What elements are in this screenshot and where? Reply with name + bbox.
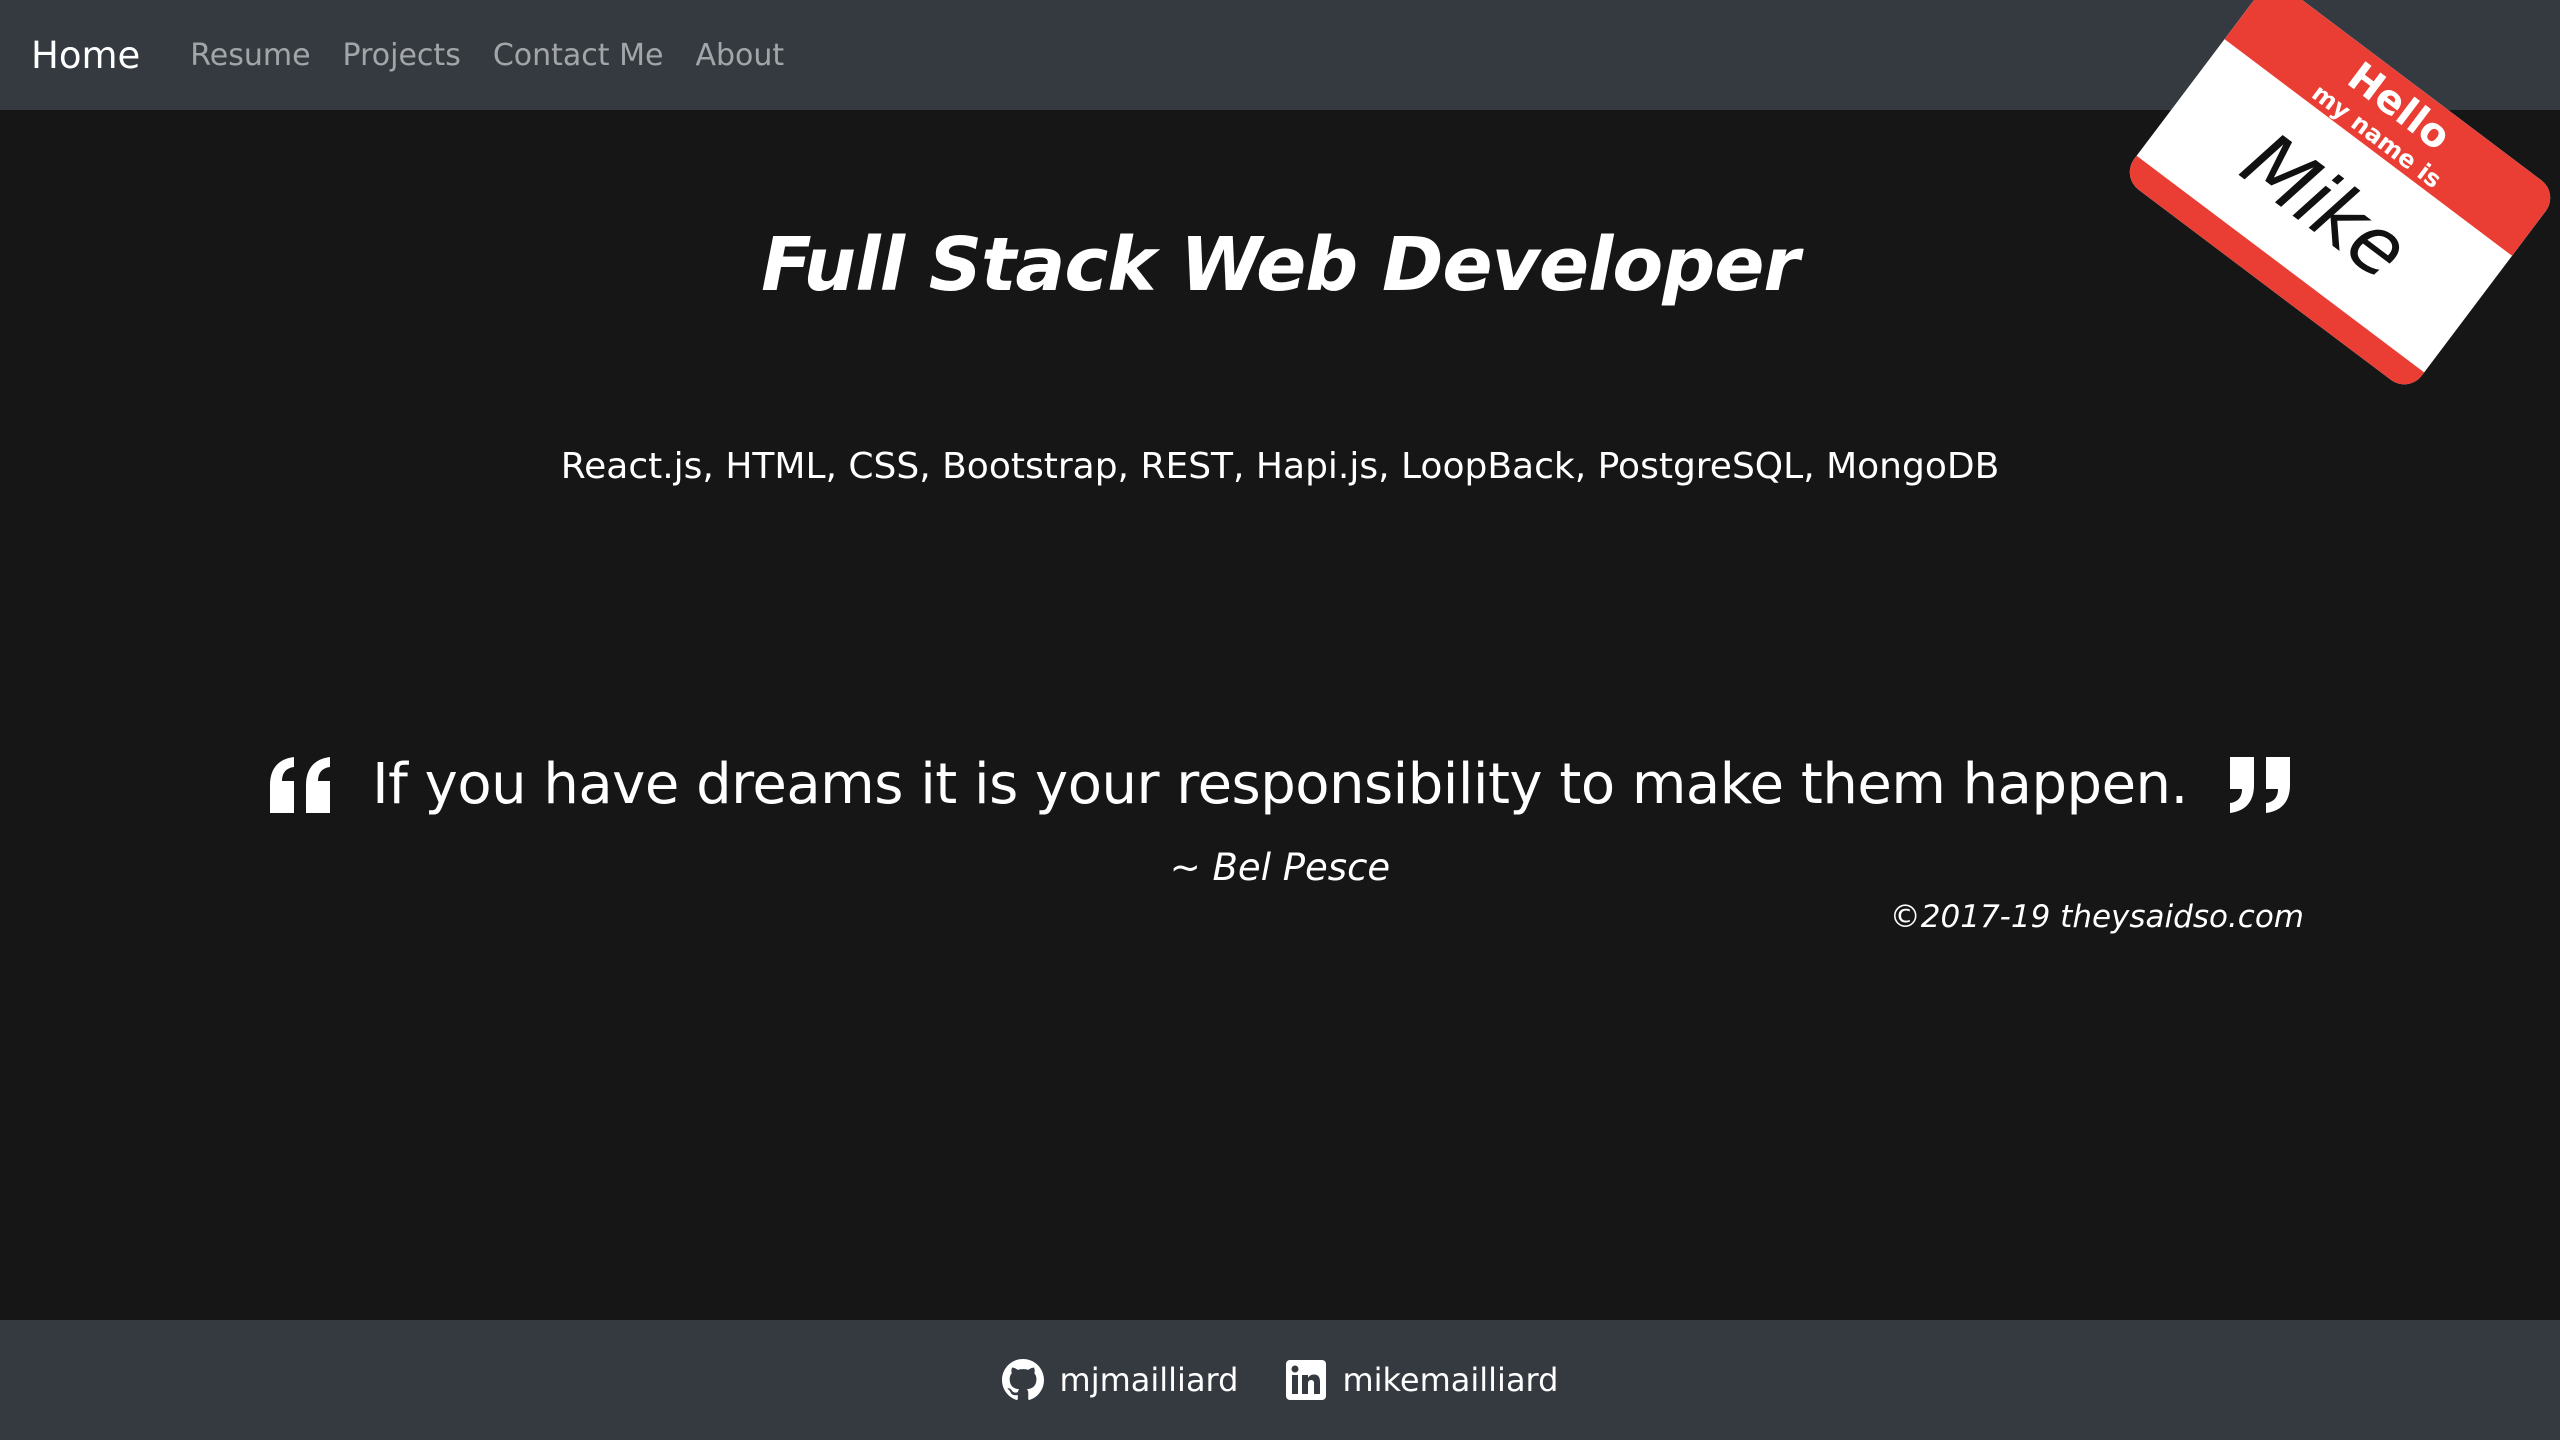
nav-resume-link[interactable]: Resume	[190, 38, 310, 73]
page-title: Full Stack Web Developer	[761, 222, 1800, 308]
quote-text: If you have dreams it is your responsibi…	[372, 752, 2188, 817]
github-link[interactable]: mjmailliard	[1001, 1359, 1239, 1401]
navbar: Home Resume Projects Contact Me About	[0, 0, 2560, 110]
github-username: mjmailliard	[1059, 1361, 1239, 1399]
nav-projects-link[interactable]: Projects	[343, 38, 461, 73]
quote-author: ~ Bel Pesce	[1169, 846, 1391, 889]
linkedin-icon	[1286, 1360, 1327, 1400]
linkedin-link[interactable]: mikemailliard	[1286, 1360, 1558, 1400]
skills-list: React.js, HTML, CSS, Bootstrap, REST, Ha…	[560, 446, 2000, 487]
linkedin-username: mikemailliard	[1342, 1361, 1559, 1399]
footer: mjmailliard mikemailliard	[0, 1320, 2560, 1440]
nav-about-link[interactable]: About	[695, 38, 784, 73]
quote-right-icon	[2224, 755, 2294, 815]
nav-contact-link[interactable]: Contact Me	[493, 38, 664, 73]
quote-credit-link[interactable]: ©2017-19 theysaidso.com	[1890, 899, 2304, 935]
quote-block: If you have dreams it is your responsibi…	[0, 752, 2560, 817]
quote-left-icon	[266, 755, 336, 815]
nav-home-link[interactable]: Home	[31, 34, 140, 77]
github-icon	[1001, 1359, 1044, 1400]
